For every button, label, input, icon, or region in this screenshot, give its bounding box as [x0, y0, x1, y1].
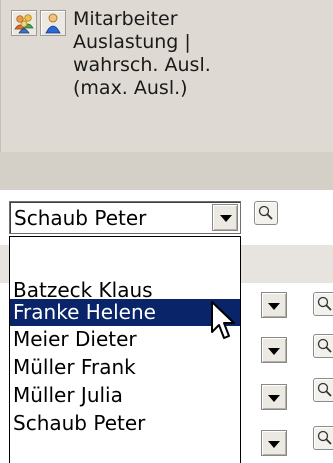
dropdown-option[interactable]: Meier Dieter [10, 326, 240, 353]
person-icon [45, 13, 61, 34]
selected-employee: Schaub Peter [14, 206, 147, 230]
dropdown-option[interactable]: Müller Frank [10, 354, 240, 381]
group-button[interactable] [11, 10, 37, 36]
row-search-button[interactable] [313, 334, 333, 358]
row-search-button[interactable] [313, 378, 333, 402]
row-dropdown-button[interactable] [261, 430, 287, 456]
dropdown-option[interactable]: Müller Julia [10, 382, 240, 409]
dropdown-option-highlighted[interactable]: Franke Helene [10, 299, 240, 326]
group-icon [14, 14, 34, 34]
magnifier-icon [317, 382, 332, 397]
dropdown-option[interactable]: Schaub Peter [10, 410, 240, 437]
row-search-button[interactable] [313, 426, 333, 450]
row-search-button[interactable] [313, 292, 333, 316]
search-button[interactable] [254, 201, 278, 225]
magnifier-icon [317, 338, 332, 353]
row-dropdown-button[interactable] [261, 337, 287, 363]
employee-filter-select[interactable]: Schaub Peter [9, 201, 241, 234]
magnifier-icon [317, 296, 332, 311]
grey-separator [0, 152, 333, 190]
row-dropdown-button[interactable] [261, 384, 287, 410]
magnifier-icon [258, 205, 273, 220]
column-header-title: Mitarbeiter Auslastung | wahrsch. Ausl. … [73, 8, 211, 99]
employee-dropdown-list[interactable]: Batzeck Klaus Franke Helene Meier Dieter… [9, 236, 241, 463]
chevron-down-icon[interactable] [212, 204, 238, 231]
mouse-cursor-icon [211, 301, 235, 339]
row-dropdown-button[interactable] [261, 292, 287, 318]
magnifier-icon [317, 430, 332, 445]
dropdown-option[interactable] [10, 248, 240, 275]
person-button[interactable] [40, 10, 66, 36]
